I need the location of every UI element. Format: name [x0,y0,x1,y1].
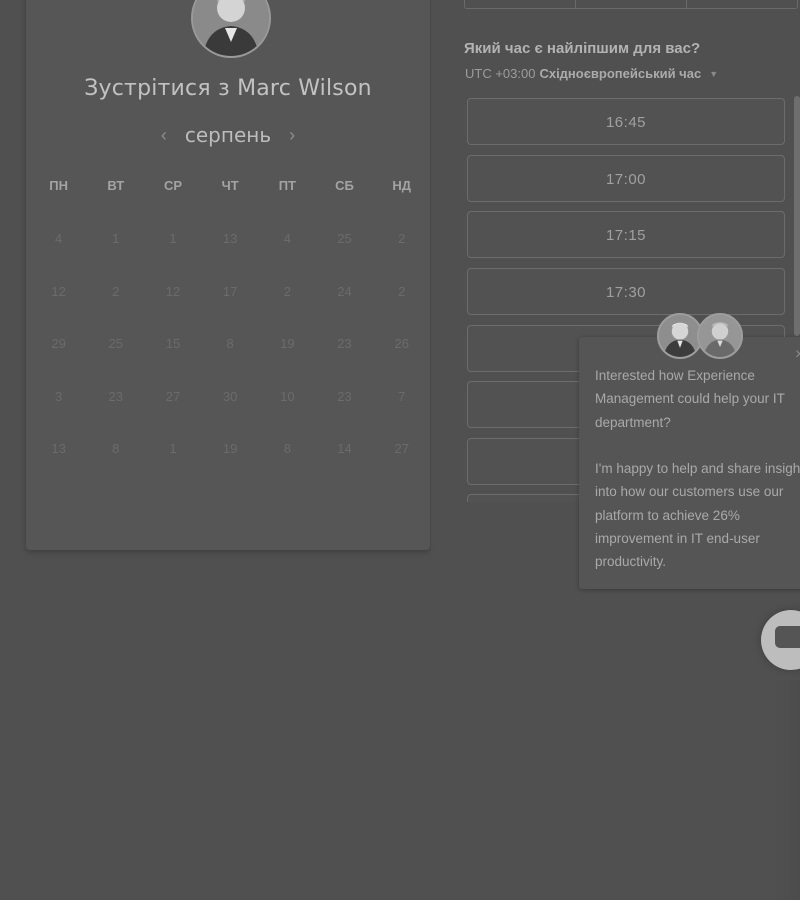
calendar-day: 23 [337,336,352,351]
calendar-day: 8 [283,441,291,456]
time-slot-button[interactable]: 17:00 [467,155,785,202]
timezone-offset: UTC +03:00 [465,66,536,81]
slot-list-scrollbar[interactable] [794,96,800,336]
time-slot-button[interactable]: 17:30 [467,268,785,315]
calendar-day: 30 [222,388,238,404]
duration-tabs [464,0,798,9]
calendar-day: 23 [108,388,124,404]
calendar-day: 4 [283,231,291,246]
calendar-day: 14 [337,441,352,456]
chat-bubble-icon [775,626,800,654]
close-icon[interactable]: × [795,346,800,364]
person-photo-icon [659,315,701,357]
weekday-label: ПН [49,178,68,193]
calendar-day: 7 [398,388,406,404]
calendar-day: 26 [394,336,409,351]
chat-launcher-button[interactable] [761,610,800,670]
weekday-label: ПТ [278,178,296,193]
calendar-day: 24 [337,283,352,299]
calendar-day: 19 [222,441,238,456]
calendar-day: 13 [51,441,66,456]
calendar-day: 25 [108,336,124,351]
calendar-day: 2 [398,283,406,299]
chat-popup: × Interested how Experience Management c… [579,337,800,589]
weekday-label: ЧТ [221,178,239,193]
duration-tab[interactable] [465,0,576,8]
calendar-day: 1 [169,441,177,456]
calendar-day: 4 [54,231,63,246]
scheduler-title: Зустрітися з Marc Wilson [84,76,372,101]
calendar-day: 17 [222,283,238,299]
time-question-heading: Який час є найліпшим для вас? [464,40,701,57]
calendar-day: 8 [226,336,234,351]
chat-message: Interested how Experience Management cou… [595,364,800,597]
calendar-day: 27 [394,441,409,456]
edge-shadow [772,680,800,900]
time-slot-button[interactable]: 17:15 [467,211,785,258]
chevron-left-icon[interactable]: ‹ [161,120,167,150]
calendar-day: 2 [112,283,120,299]
calendar-day: 13 [222,231,238,246]
time-slot-button[interactable]: 16:45 [467,98,785,145]
duration-tab[interactable] [687,0,797,8]
weekday-header: ПН ВТ СР ЧТ ПТ СБ НД [30,178,430,193]
calendar-day: 12 [51,283,66,299]
calendar-day: 8 [112,441,120,456]
calendar-day: 1 [169,231,177,246]
calendar-day: 2 [398,231,406,246]
calendar-day: 19 [280,336,295,351]
month-navigation: ‹ серпень › [26,120,430,150]
weekday-label: СБ [335,178,354,193]
calendar-day: 10 [280,388,295,404]
person-photo-icon [699,315,741,357]
timezone-name: Східноєвропейський час [539,66,702,81]
calendar-day-grid: 4 1 1 13 4 25 2 12 2 12 17 2 24 2 29 25 … [30,229,430,492]
weekday-label: ВТ [107,178,125,193]
calendar-day: 27 [165,388,181,404]
calendar-day: 3 [54,388,63,404]
calendar-day: 23 [337,388,352,404]
calendar-day: 2 [283,283,291,299]
weekday-label: НД [392,178,412,193]
calendar-day: 25 [337,231,352,246]
month-label: серпень [184,123,272,147]
duration-tab[interactable] [576,0,687,8]
calendar-day: 15 [165,336,181,351]
calendar-day: 29 [51,336,66,351]
calendar-day: 12 [165,283,181,299]
person-photo-icon [193,0,269,56]
chat-agent-avatar [697,313,743,359]
chevron-right-icon[interactable]: › [289,120,295,150]
timezone-selector[interactable]: UTC +03:00 Східноєвропейський час ▼ [465,66,718,81]
caret-down-icon: ▼ [709,68,719,79]
chat-paragraph: I'm happy to help and share insight into… [595,461,800,570]
page-overlay: Зустрітися з Marc Wilson ‹ серпень › ПН … [0,0,800,900]
chat-paragraph: Interested how Experience Management cou… [595,368,785,430]
calendar-day: 1 [112,231,120,246]
weekday-label: СР [163,178,182,193]
